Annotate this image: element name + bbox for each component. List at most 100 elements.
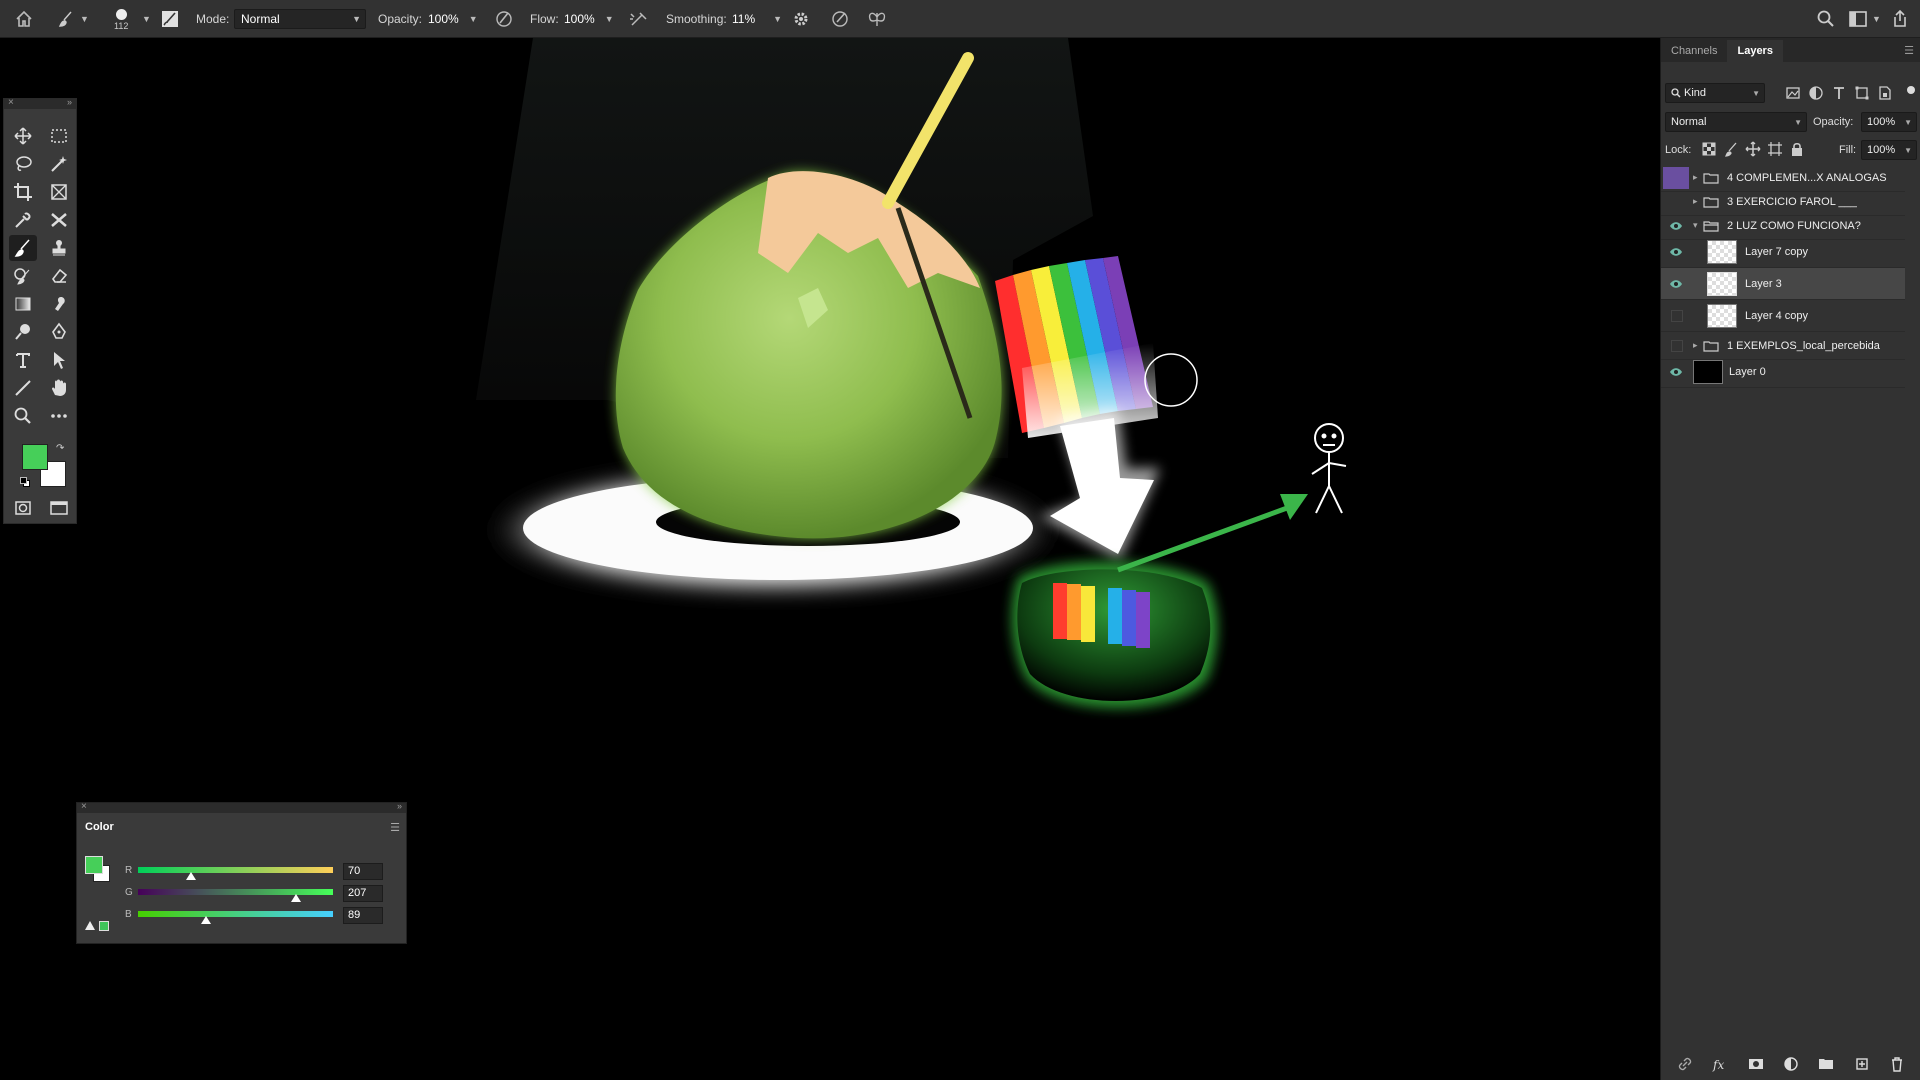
layer-row[interactable]: Layer 0 <box>1661 356 1905 388</box>
blend-mode-select[interactable]: Normal ▼ <box>1665 112 1807 132</box>
adjustment-filter-icon[interactable] <box>1808 85 1824 101</box>
dodge-tool[interactable] <box>9 319 37 345</box>
airbrush-toggle[interactable] <box>628 0 650 38</box>
chevron-down-icon[interactable]: ▼ <box>142 14 151 24</box>
history-brush-tool[interactable] <box>9 263 37 289</box>
gamut-warning-icon[interactable] <box>85 921 95 930</box>
red-value-input[interactable]: 70 <box>343 863 383 880</box>
brush-size-picker[interactable]: 112 <box>114 0 128 38</box>
mode-select[interactable]: Normal ▼ <box>234 9 366 29</box>
type-filter-icon[interactable] <box>1831 85 1847 101</box>
green-slider-handle[interactable] <box>291 894 301 902</box>
color-foreground-swatch[interactable] <box>85 856 103 874</box>
flow-input[interactable]: 100% <box>564 12 595 26</box>
trash-icon[interactable] <box>1889 1056 1905 1072</box>
move-tool[interactable] <box>9 123 37 149</box>
quick-mask-button[interactable] <box>9 495 37 521</box>
red-slider[interactable]: R 70 <box>125 863 405 881</box>
color-panel-header[interactable]: × » <box>77 801 406 813</box>
eraser-tool[interactable] <box>45 263 73 289</box>
visibility-toggle[interactable] <box>1667 243 1685 261</box>
chevron-right-icon[interactable]: ▸ <box>1693 172 1698 183</box>
line-tool[interactable] <box>9 375 37 401</box>
close-icon[interactable]: × <box>8 97 14 108</box>
lock-pixels-icon[interactable] <box>1723 141 1739 157</box>
workspace-button[interactable]: ▼ <box>1848 0 1881 38</box>
foreground-color-swatch[interactable] <box>22 444 48 470</box>
visibility-toggle[interactable] <box>1667 217 1685 235</box>
more-tools-button[interactable] <box>45 403 73 429</box>
type-tool[interactable] <box>9 347 37 373</box>
chevron-right-icon[interactable]: ▸ <box>1693 340 1698 351</box>
green-slider[interactable]: G 207 <box>125 885 405 903</box>
chevron-down-icon[interactable]: ▼ <box>605 14 614 24</box>
home-button[interactable] <box>14 0 34 38</box>
tool-preset-picker[interactable]: ▼ <box>56 0 89 38</box>
zoom-tool[interactable] <box>9 403 37 429</box>
hand-tool[interactable] <box>45 375 73 401</box>
green-value-input[interactable]: 207 <box>343 885 383 902</box>
blue-slider-handle[interactable] <box>201 916 211 924</box>
close-icon[interactable]: × <box>81 801 87 812</box>
lock-transparent-icon[interactable] <box>1701 141 1717 157</box>
filter-toggle-icon[interactable] <box>1907 86 1915 94</box>
pressure-size-toggle[interactable] <box>830 0 850 38</box>
collapse-icon[interactable]: » <box>397 801 402 811</box>
red-slider-handle[interactable] <box>186 872 196 880</box>
fx-icon[interactable]: fx <box>1712 1056 1728 1072</box>
visibility-toggle[interactable] <box>1667 363 1685 381</box>
panel-menu-icon[interactable]: ☰ <box>390 821 400 834</box>
lasso-tool[interactable] <box>9 151 37 177</box>
visibility-toggle-empty[interactable] <box>1671 339 1683 352</box>
layer-row[interactable]: Layer 4 copy <box>1661 300 1905 332</box>
adjustment-layer-icon[interactable] <box>1783 1056 1799 1072</box>
share-button[interactable] <box>1890 0 1910 38</box>
layer-filter-select[interactable]: Kind ▼ <box>1665 83 1765 103</box>
brush-settings-toggle[interactable] <box>160 0 180 38</box>
layer-opacity-input[interactable]: 100% ▼ <box>1861 112 1917 132</box>
search-button[interactable] <box>1816 0 1836 38</box>
clone-stamp-tool[interactable] <box>45 235 73 261</box>
tab-layers[interactable]: Layers <box>1727 40 1783 62</box>
swap-colors-icon[interactable]: ↷ <box>56 443 64 454</box>
brush-tool[interactable] <box>9 235 37 261</box>
smart-object-filter-icon[interactable] <box>1877 85 1893 101</box>
spot-healing-tool[interactable] <box>45 207 73 233</box>
chevron-down-icon[interactable]: ▾ <box>1693 220 1698 231</box>
lock-all-icon[interactable] <box>1789 141 1805 157</box>
screen-mode-button[interactable] <box>45 495 73 521</box>
web-safe-swatch[interactable] <box>99 921 109 931</box>
blue-value-input[interactable]: 89 <box>343 907 383 924</box>
eyedropper-tool[interactable] <box>9 207 37 233</box>
panel-menu-icon[interactable]: ☰ <box>1904 44 1914 57</box>
symmetry-button[interactable] <box>866 0 888 38</box>
chevron-down-icon[interactable]: ▼ <box>469 14 478 24</box>
blue-slider[interactable]: B 89 <box>125 907 405 925</box>
default-colors-icon[interactable] <box>20 477 30 487</box>
link-icon[interactable] <box>1677 1056 1693 1072</box>
new-group-icon[interactable] <box>1818 1056 1834 1072</box>
smudge-tool[interactable] <box>45 291 73 317</box>
tab-channels[interactable]: Channels <box>1661 40 1727 62</box>
pixel-filter-icon[interactable] <box>1785 85 1801 101</box>
frame-tool[interactable] <box>45 179 73 205</box>
smoothing-settings-button[interactable] <box>792 0 810 38</box>
new-layer-icon[interactable] <box>1854 1056 1870 1072</box>
red-slider-track[interactable] <box>138 867 333 873</box>
opacity-input[interactable]: 100% <box>428 12 459 26</box>
visibility-toggle[interactable] <box>1667 275 1685 293</box>
collapse-icon[interactable]: » <box>67 97 72 107</box>
chevron-down-icon[interactable]: ▼ <box>773 14 782 24</box>
path-selection-tool[interactable] <box>45 347 73 373</box>
gradient-tool[interactable] <box>9 291 37 317</box>
marquee-tool[interactable] <box>45 123 73 149</box>
chevron-right-icon[interactable]: ▸ <box>1693 196 1698 207</box>
magic-wand-tool[interactable] <box>45 151 73 177</box>
green-slider-track[interactable] <box>138 889 333 895</box>
blue-slider-track[interactable] <box>138 911 333 917</box>
tools-panel-header[interactable]: × » <box>4 97 76 109</box>
shape-filter-icon[interactable] <box>1854 85 1870 101</box>
pen-tool[interactable] <box>45 319 73 345</box>
layer-row[interactable]: Layer 3 <box>1661 268 1905 300</box>
layer-row[interactable]: Layer 7 copy <box>1661 236 1905 268</box>
